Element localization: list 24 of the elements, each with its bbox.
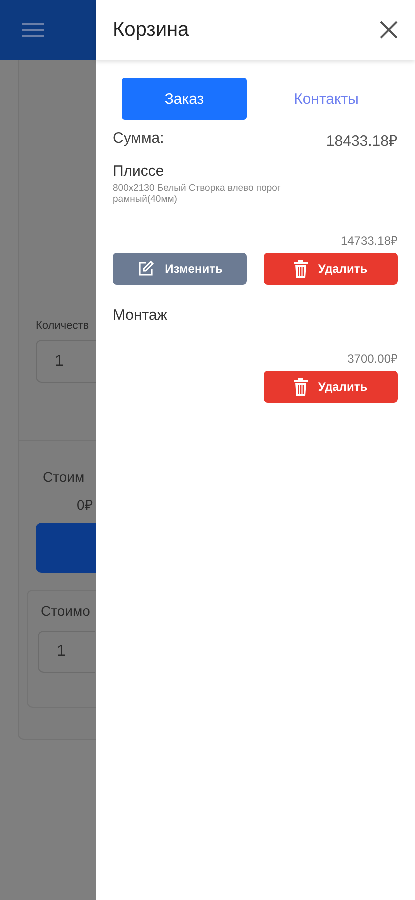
drawer-title: Корзина xyxy=(113,18,190,42)
cost-label: Стоим xyxy=(43,469,85,485)
close-icon xyxy=(379,20,399,40)
cost-value: 0₽ xyxy=(77,496,93,514)
tab[interactable]: Контакты xyxy=(255,78,398,120)
quantity-field[interactable]: 1 xyxy=(38,631,95,673)
delete-button[interactable]: Удалить xyxy=(264,370,398,403)
item-name: Плиссе xyxy=(113,163,166,180)
total-value: 18433.18₽ xyxy=(326,132,398,150)
menu-icon[interactable] xyxy=(22,22,44,38)
item-name: Монтаж xyxy=(113,306,168,324)
item-description: 800х2130 Белый Створка влево порог рамный(40мм) xyxy=(113,184,282,206)
edit-icon xyxy=(137,260,156,278)
item-price: 14733.18₽ xyxy=(340,232,398,249)
close-button[interactable] xyxy=(379,20,399,40)
quantity-label: Количеств xyxy=(36,320,90,332)
edit-button[interactable]: Изменить xyxy=(113,252,247,285)
trash-icon xyxy=(294,260,308,278)
delete-button[interactable]: Удалить xyxy=(264,252,398,285)
trash-icon xyxy=(294,378,308,396)
item-price: 3700.00₽ xyxy=(348,350,398,367)
total-label: Сумма: xyxy=(113,130,164,149)
tab[interactable]: Заказ xyxy=(122,78,247,120)
cost-label: Стоимо xyxy=(41,603,92,619)
